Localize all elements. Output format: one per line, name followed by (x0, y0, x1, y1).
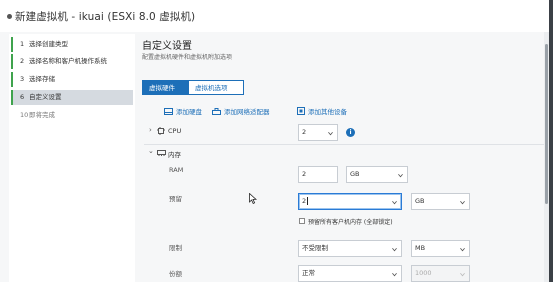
cpu-count-select[interactable]: 2 (298, 124, 338, 141)
new-vm-dialog: 新建虚拟机 - ikuai (ESXi 8.0 虚拟机) 1 选择创建类型 2 选择… (0, 0, 549, 282)
chevron-down-icon (460, 200, 465, 205)
chevron-down-icon (392, 200, 397, 205)
shares-select[interactable]: 正常 (298, 265, 402, 282)
ram-label: RAM (169, 166, 184, 174)
reservation-value: 2 (302, 197, 307, 205)
step-customize-settings[interactable]: 6 自定义设置 (11, 90, 133, 105)
wizard-steps: 1 选择创建类型 2 选择名称和客户机操作系统 3 选择存储 6 自定义设置 10即将完… (9, 34, 135, 282)
limit-select[interactable]: 不受限制 (298, 240, 402, 257)
chevron-down-icon (392, 247, 397, 252)
cpu-icon (157, 127, 165, 135)
chevron-down-icon[interactable]: ⌄ (148, 147, 154, 155)
text-cursor (307, 197, 309, 205)
tab-virtual-hardware[interactable]: 虚拟硬件 (142, 80, 188, 95)
dialog-titlebar: 新建虚拟机 - ikuai (ESXi 8.0 虚拟机) (0, 0, 549, 32)
shares-label: 份额 (169, 270, 182, 278)
ram-size-input[interactable]: 2 (298, 166, 338, 183)
divider (144, 144, 544, 145)
cpu-count-value: 2 (302, 128, 307, 136)
reservation-unit-select[interactable]: GB (411, 193, 470, 210)
memory-label: 内存 (168, 151, 181, 159)
limit-label: 限制 (169, 244, 182, 252)
reserve-all-memory-label: 预留所有客户机内存 (全部锁定) (308, 219, 393, 226)
chevron-right-icon[interactable]: › (149, 126, 152, 134)
dialog-title-text: 新建虚拟机 - ikuai (ESXi 8.0 虚拟机) (15, 11, 196, 23)
add-other-device-label: 添加其他设备 (308, 108, 347, 116)
step-label: 选择创建类型 (29, 40, 68, 48)
step-select-name-os[interactable]: 2 选择名称和客户机操作系统 (11, 54, 133, 69)
step-number: 3 (20, 75, 25, 83)
limit-value: 不受限制 (302, 244, 328, 252)
step-select-storage[interactable]: 3 选择存储 (11, 72, 133, 87)
step-number: 2 (20, 57, 25, 65)
ram-unit-value: GB (350, 170, 360, 178)
shares-number-value: 1000 (415, 269, 432, 277)
cpu-label: CPU (168, 127, 182, 135)
step-number: 10 (20, 111, 29, 119)
dialog-title: 新建虚拟机 - ikuai (ESXi 8.0 虚拟机) (7, 9, 195, 24)
network-adapter-icon (212, 107, 221, 115)
cpu-info-icon[interactable]: i (346, 128, 355, 137)
vm-icon (7, 13, 12, 19)
tab-vm-options[interactable]: 虚拟机选项 (188, 80, 244, 95)
limit-unit-select[interactable]: MB (411, 240, 470, 257)
step-ready-to-complete[interactable]: 10即将完成 (11, 108, 133, 123)
add-network-adapter-button[interactable]: 添加网络适配器 (212, 106, 270, 118)
page-title: 自定义设置 (142, 41, 192, 52)
chevron-down-icon (392, 272, 397, 277)
add-disk-label: 添加硬盘 (176, 108, 202, 116)
reservation-unit-value: GB (415, 197, 425, 205)
scrollbar-thumb[interactable] (545, 44, 548, 204)
background-window-edge (549, 0, 553, 282)
chevron-down-icon (398, 173, 403, 178)
step-label: 即将完成 (29, 111, 55, 119)
chevron-down-icon (460, 272, 465, 277)
step-number: 6 (20, 93, 25, 101)
memory-icon (157, 150, 166, 156)
mouse-pointer-icon (249, 193, 257, 204)
limit-unit-value: MB (415, 244, 426, 252)
reservation-input[interactable]: 2 (298, 193, 402, 210)
reserve-all-memory-checkbox[interactable] (299, 218, 305, 224)
shares-value: 正常 (302, 269, 315, 277)
step-select-creation-type[interactable]: 1 选择创建类型 (11, 37, 133, 52)
ram-unit-select[interactable]: GB (346, 166, 408, 183)
add-network-adapter-label: 添加网络适配器 (224, 108, 270, 116)
main-panel: 自定义设置 配置虚拟机硬件和虚拟机附加选项 虚拟硬件 虚拟机选项 添加硬盘 添加… (136, 32, 549, 282)
step-label: 选择名称和客户机操作系统 (29, 57, 107, 65)
device-icon (297, 107, 305, 115)
step-label: 选择存储 (29, 75, 55, 83)
add-other-device-button[interactable]: 添加其他设备 (297, 106, 347, 118)
chevron-down-icon (460, 247, 465, 252)
disk-icon (164, 107, 173, 115)
chevron-down-icon (328, 131, 333, 136)
ram-size-value: 2 (302, 170, 307, 178)
shares-number-input: 1000 (411, 265, 470, 282)
step-label: 自定义设置 (29, 93, 62, 101)
reservation-label: 预留 (169, 195, 182, 203)
add-disk-button[interactable]: 添加硬盘 (164, 106, 202, 118)
step-number: 1 (20, 40, 25, 48)
page-subtitle: 配置虚拟机硬件和虚拟机附加选项 (142, 54, 233, 61)
